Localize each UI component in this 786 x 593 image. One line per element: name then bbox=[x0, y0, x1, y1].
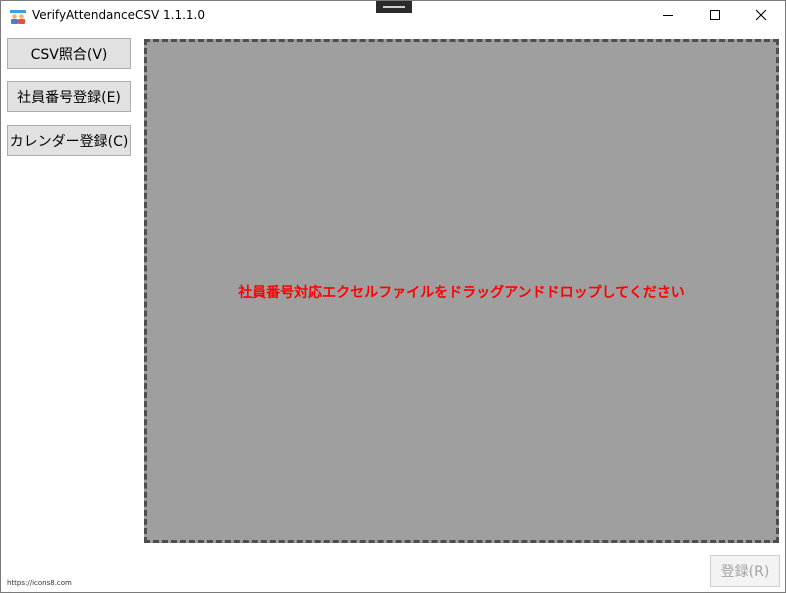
close-button[interactable] bbox=[739, 1, 785, 31]
close-icon bbox=[755, 9, 767, 21]
window-title: VerifyAttendanceCSV 1.1.1.0 bbox=[32, 8, 205, 22]
maximize-button[interactable] bbox=[693, 1, 739, 31]
calendar-register-button[interactable]: カレンダー登録(C) bbox=[7, 125, 131, 156]
employee-number-register-button[interactable]: 社員番号登録(E) bbox=[7, 81, 131, 112]
maximize-icon bbox=[710, 10, 720, 20]
file-drop-area[interactable]: 社員番号対応エクセルファイルをドラッグアンドドロップしてください bbox=[144, 39, 779, 543]
app-icon bbox=[10, 9, 26, 24]
csv-verify-button[interactable]: CSV照合(V) bbox=[7, 38, 131, 69]
minimize-icon bbox=[663, 15, 673, 16]
app-window: VerifyAttendanceCSV 1.1.1.0 CSV照合(V) 社員番… bbox=[0, 0, 786, 593]
drop-instruction: 社員番号対応エクセルファイルをドラッグアンドドロップしてください bbox=[238, 285, 685, 301]
snap-handle[interactable] bbox=[376, 1, 412, 13]
icon-credit: https://icons8.com bbox=[7, 579, 72, 587]
title-bar[interactable]: VerifyAttendanceCSV 1.1.1.0 bbox=[1, 1, 785, 31]
minimize-button[interactable] bbox=[646, 1, 692, 31]
register-button[interactable]: 登録(R) bbox=[710, 555, 780, 587]
